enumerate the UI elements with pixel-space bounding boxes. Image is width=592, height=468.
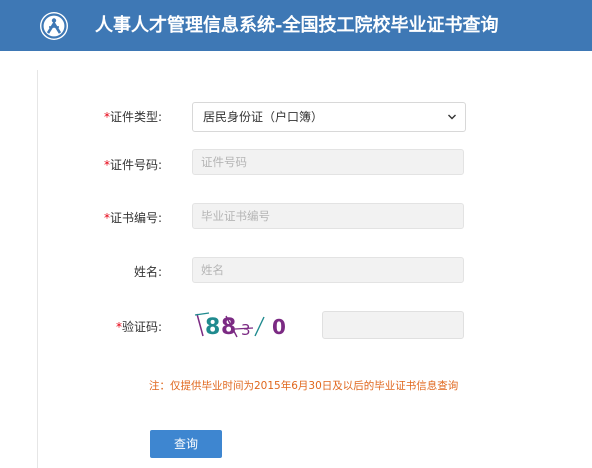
system-logo-icon — [40, 12, 68, 40]
query-note: 注：仅提供毕业时间为2015年6月30日及以后的毕业证书信息查询 — [149, 380, 459, 392]
captcha-char-1: 8 — [205, 315, 220, 340]
captcha-noise-line — [254, 316, 265, 337]
id-type-label-text: 证件类型: — [109, 110, 162, 124]
name-placeholder: 姓名 — [201, 263, 224, 277]
id-number-label-text: 证件号码: — [109, 158, 162, 172]
chevron-down-icon — [448, 114, 456, 120]
cert-number-placeholder: 毕业证书编号 — [201, 209, 270, 223]
captcha-char-2: 8 — [221, 315, 236, 340]
id-type-select[interactable]: 居民身份证（户口簿） — [192, 102, 466, 132]
captcha-input[interactable] — [322, 311, 464, 339]
cert-number-input[interactable]: 毕业证书编号 — [192, 203, 464, 229]
id-number-placeholder: 证件号码 — [201, 155, 247, 169]
content-border — [37, 70, 38, 468]
id-type-label: *证件类型: — [100, 108, 162, 125]
captcha-label-text: 验证码: — [121, 320, 162, 334]
captcha-image[interactable]: 8 8 3 0 — [193, 306, 303, 342]
name-label: 姓名: — [133, 265, 162, 279]
cert-number-label: *证书编号: — [100, 209, 162, 226]
captcha-noise-line — [196, 313, 204, 337]
header-bar: 人事人才管理信息系统-全国技工院校毕业证书查询 — [0, 0, 592, 51]
query-button[interactable]: 查询 — [150, 430, 222, 458]
id-type-selected-value: 居民身份证（户口簿） — [203, 110, 324, 124]
name-input[interactable]: 姓名 — [192, 257, 464, 283]
page-title: 人事人才管理信息系统-全国技工院校毕业证书查询 — [95, 15, 499, 36]
captcha-label: *验证码: — [100, 318, 162, 335]
captcha-char-3: 3 — [241, 321, 251, 339]
id-number-label: *证件号码: — [100, 156, 162, 173]
id-number-input[interactable]: 证件号码 — [192, 149, 464, 175]
captcha-char-4: 0 — [272, 315, 286, 339]
cert-number-label-text: 证书编号: — [109, 211, 162, 225]
